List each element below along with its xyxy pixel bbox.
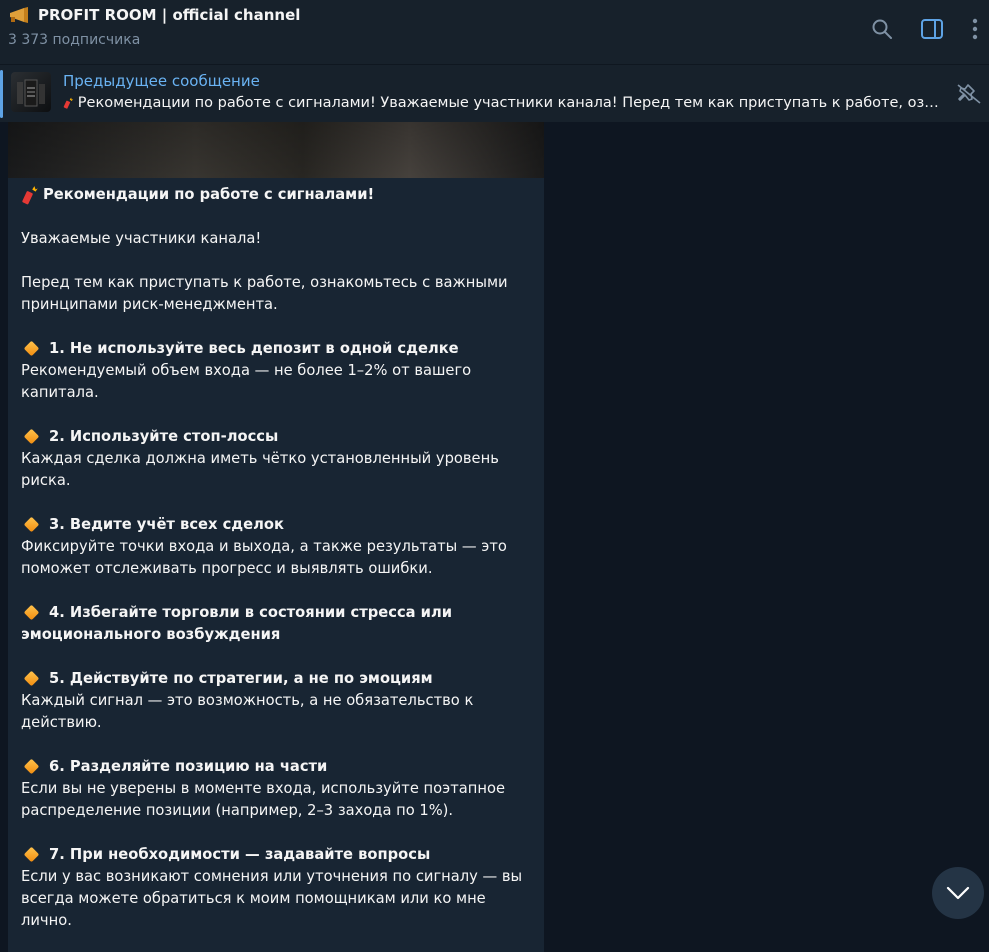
subscriber-count: 3 373 подписчика bbox=[8, 32, 141, 48]
search-icon[interactable] bbox=[869, 16, 895, 42]
rule-heading: 4. Избегайте торговли в состоянии стресс… bbox=[21, 604, 453, 643]
rule-heading: 3. Ведите учёт всех сделок bbox=[49, 516, 284, 533]
firecracker-icon bbox=[63, 97, 74, 109]
rule-body: Каждая сделка должна иметь чётко установ… bbox=[21, 450, 499, 489]
rule-body: Фиксируйте точки входа и выхода, а также… bbox=[21, 538, 507, 577]
rule-heading: 2. Используйте стоп-лоссы bbox=[49, 428, 279, 445]
pinned-preview-text: Рекомендации по работе с сигналами! Уваж… bbox=[77, 95, 943, 111]
message-bubble[interactable]: Рекомендации по работе с сигналами! Уваж… bbox=[8, 122, 544, 952]
chat-header: PROFIT ROOM | official channel 3 373 под… bbox=[0, 0, 989, 64]
rule-body: Если вы не уверены в моменте входа, испо… bbox=[21, 780, 505, 819]
sidebar-toggle-icon[interactable] bbox=[919, 16, 945, 42]
message-photo[interactable] bbox=[8, 122, 544, 178]
megaphone-icon bbox=[10, 7, 28, 23]
pinned-title: Предыдущее сообщение bbox=[63, 72, 260, 90]
message-intro: Перед тем как приступать к работе, ознак… bbox=[21, 274, 508, 313]
rule-heading: 5. Действуйте по стратегии, а не по эмоц… bbox=[49, 670, 433, 687]
rule-body: Если у вас возникают сомнения или уточне… bbox=[21, 868, 523, 929]
orange-diamond-icon bbox=[23, 846, 40, 863]
unpin-icon[interactable] bbox=[955, 82, 983, 106]
pinned-accent-bar bbox=[0, 70, 3, 118]
scroll-down-button[interactable] bbox=[932, 867, 984, 919]
message-text: Рекомендации по работе с сигналами! Уваж… bbox=[8, 178, 544, 932]
orange-diamond-icon bbox=[23, 340, 40, 357]
orange-diamond-icon bbox=[23, 516, 40, 533]
chat-area[interactable]: Рекомендации по работе с сигналами! Уваж… bbox=[0, 122, 989, 952]
message-greeting: Уважаемые участники канала! bbox=[21, 230, 262, 247]
message-title: Рекомендации по работе с сигналами! bbox=[43, 186, 375, 203]
pinned-thumbnail bbox=[11, 72, 51, 112]
rule-heading: 1. Не используйте весь депозит в одной с… bbox=[49, 340, 459, 357]
orange-diamond-icon bbox=[23, 670, 40, 687]
channel-name: PROFIT ROOM | official channel bbox=[38, 6, 301, 24]
orange-diamond-icon bbox=[23, 428, 40, 445]
rule-heading: 6. Разделяйте позицию на части bbox=[49, 758, 328, 775]
firecracker-icon bbox=[22, 186, 38, 205]
rule-body: Каждый сигнал — это возможность, а не об… bbox=[21, 692, 474, 731]
more-vert-icon[interactable] bbox=[963, 16, 987, 42]
rule-heading: 7. При необходимости — задавайте вопросы bbox=[49, 846, 431, 863]
orange-diamond-icon bbox=[23, 758, 40, 775]
orange-diamond-icon bbox=[23, 604, 40, 621]
pinned-message-bar[interactable]: Предыдущее сообщение Рекомендации по раб… bbox=[0, 64, 989, 123]
rule-body: Рекомендуемый объем входа — не более 1–2… bbox=[21, 362, 472, 401]
pinned-preview: Рекомендации по работе с сигналами! Уваж… bbox=[63, 94, 943, 112]
chevron-down-icon bbox=[946, 886, 970, 900]
channel-title[interactable]: PROFIT ROOM | official channel bbox=[8, 6, 300, 24]
